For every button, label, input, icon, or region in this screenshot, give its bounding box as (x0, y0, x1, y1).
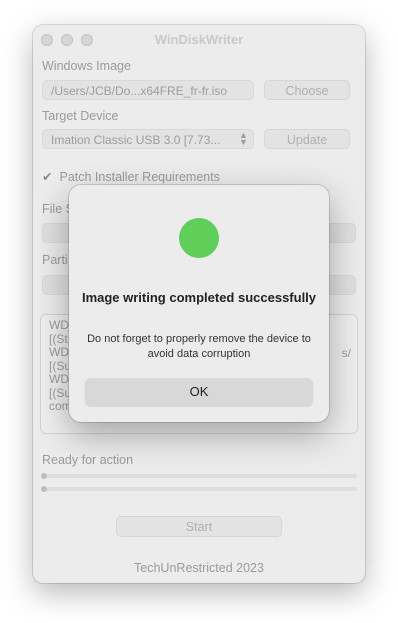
patch-installer-label: Patch Installer Requirements (59, 170, 220, 184)
footer-credit: TechUnRestricted 2023 (134, 561, 264, 575)
window-title: WinDiskWriter (154, 32, 244, 47)
ok-button[interactable]: OK (85, 378, 313, 406)
progress-knob (41, 473, 47, 479)
checkmark-icon: ✔ (42, 170, 53, 184)
choose-button[interactable]: Choose (264, 80, 350, 100)
windows-image-label: Windows Image (42, 59, 131, 73)
progress-bar-current (41, 473, 357, 479)
image-path-field[interactable]: /Users/JCB/Do...x64FRE_fr-fr.iso (42, 80, 254, 100)
success-circle-icon (179, 218, 219, 258)
patch-installer-checkbox[interactable]: ✔ Patch Installer Requirements (42, 169, 220, 184)
log-fragment: s/ (341, 346, 351, 360)
partition-label: Parti (42, 253, 68, 267)
progress-bar-total (41, 486, 357, 492)
progress-knob (41, 486, 47, 492)
target-device-select[interactable]: Imation Classic USB 3.0 [7.73... ▲ ▼ (42, 129, 254, 149)
status-text: Ready for action (42, 453, 134, 467)
chevron-up-down-icon: ▲ ▼ (239, 130, 248, 147)
dialog-message: Do not forget to properly remove the dev… (87, 333, 311, 360)
target-device-label: Target Device (42, 109, 119, 123)
target-device-value: Imation Classic USB 3.0 [7.73... (51, 133, 221, 147)
start-button[interactable]: Start (116, 516, 282, 537)
update-button[interactable]: Update (264, 129, 350, 149)
completion-dialog: Image writing completed successfully Do … (69, 185, 329, 422)
title-bar: WinDiskWriter (33, 25, 365, 53)
dialog-title: Image writing completed successfully (81, 290, 317, 305)
